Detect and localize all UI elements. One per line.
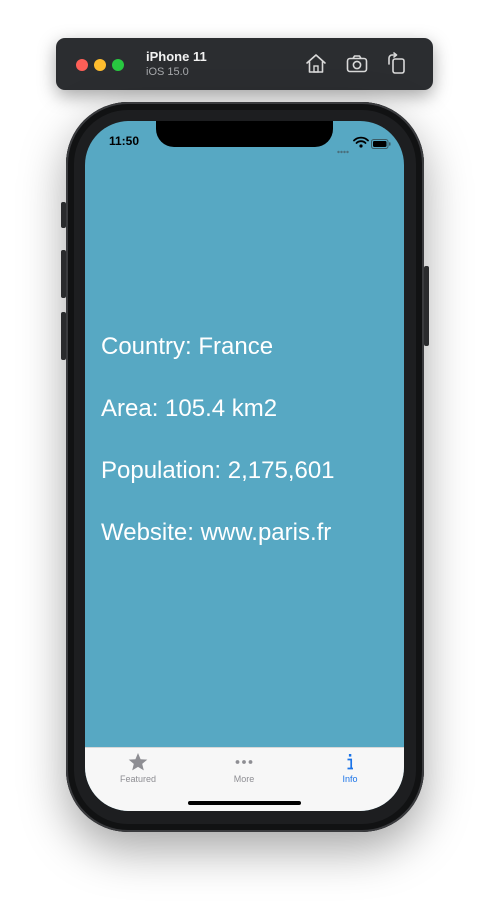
tab-info[interactable]: Info [297, 748, 403, 798]
area-text: Area: 105.4 km2 [101, 395, 278, 422]
close-window-button[interactable] [76, 59, 88, 71]
simulator-toolbar: iPhone 11 iOS 15.0 [56, 38, 433, 90]
os-version: iOS 15.0 [146, 66, 189, 78]
star-icon [127, 752, 149, 772]
more-icon [233, 752, 255, 772]
battery-icon [371, 136, 391, 149]
tab-featured-label: Featured [119, 774, 157, 784]
home-indicator[interactable] [188, 801, 301, 805]
country-text: Country: France [101, 333, 274, 360]
simulator-stage: iPhone 11 iOS 15.0 11:50 Country: France… [0, 0, 489, 907]
city-info: Country: France Area: 105.4 km2 Populati… [101, 333, 391, 581]
rotate-icon[interactable] [385, 52, 409, 76]
power-button [424, 266, 429, 346]
tab-more-label: More [233, 774, 255, 784]
website-text: Website: www.paris.fr [101, 519, 332, 546]
population-text: Population: 2,175,601 [101, 457, 335, 484]
phone-screen: 11:50 Country: France Area: 105.4 km2 Po… [85, 121, 404, 811]
home-icon[interactable] [304, 52, 328, 76]
device-name: iPhone 11 [146, 49, 207, 64]
wifi-icon [353, 135, 369, 148]
notch [156, 121, 333, 147]
screenshot-icon[interactable] [345, 52, 369, 76]
status-time: 11:50 [109, 134, 140, 148]
zoom-window-button[interactable] [112, 59, 124, 71]
tab-info-label: Info [342, 774, 358, 784]
tab-featured[interactable]: Featured [85, 748, 191, 798]
cellular-signal-icon [337, 141, 349, 154]
info-icon [339, 752, 361, 772]
tab-more[interactable]: More [191, 748, 297, 798]
minimize-window-button[interactable] [94, 59, 106, 71]
